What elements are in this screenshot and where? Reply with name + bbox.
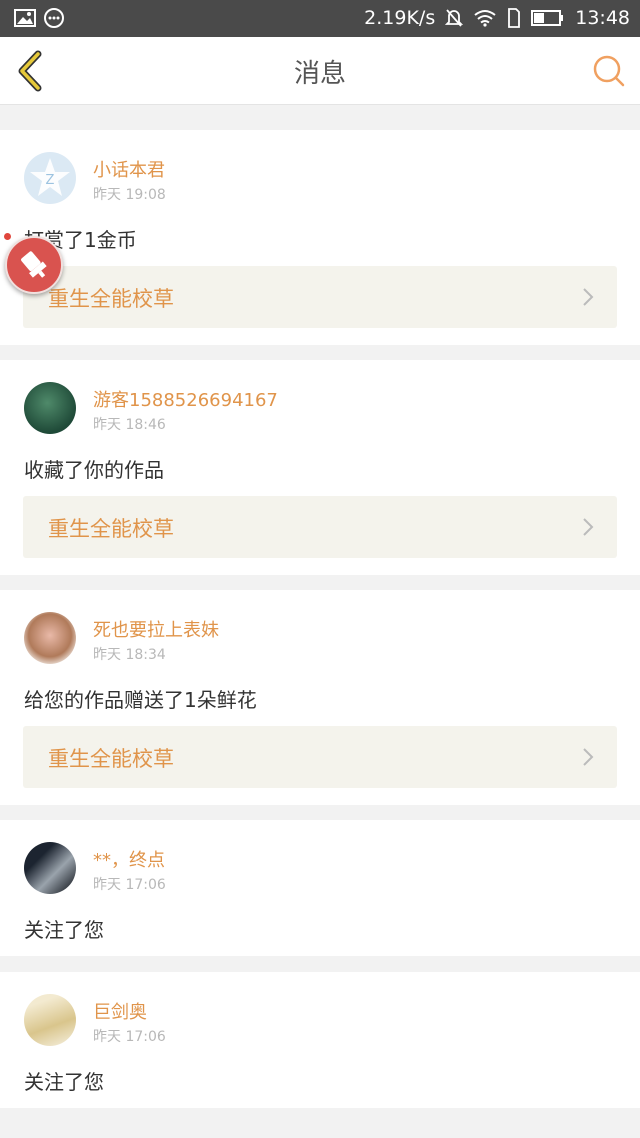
message-time: 昨天 17:06 (93, 1029, 166, 1045)
status-left-icons (14, 8, 64, 28)
brush-icon (21, 251, 47, 278)
status-right: 2.19K/s 13:48 (364, 6, 630, 30)
username[interactable]: 小话本君 (93, 156, 165, 182)
svg-text:Z: Z (46, 173, 55, 188)
wifi-icon (474, 10, 496, 27)
nav-bar: 消息 (0, 37, 640, 105)
image-icon (14, 9, 36, 27)
avatar[interactable] (24, 842, 76, 894)
message-action: 给您的作品赠送了1朵鲜花 (24, 688, 257, 712)
message-card[interactable]: 巨剑奥 昨天 17:06 关注了您 (0, 972, 640, 1108)
chevron-right-icon (583, 518, 594, 536)
search-icon[interactable] (592, 54, 626, 88)
chevron-right-icon (583, 748, 594, 766)
work-title: 重生全能校草 (48, 517, 174, 541)
message-card[interactable]: 死也要拉上表妹 昨天 18:34 给您的作品赠送了1朵鲜花 重生全能校草 (0, 590, 640, 805)
sim-icon (508, 8, 521, 28)
star-avatar-icon: Z (30, 158, 70, 196)
username[interactable]: **，终点 (93, 846, 165, 872)
page-title: 消息 (293, 59, 346, 89)
chevron-right-icon (583, 288, 594, 306)
work-link[interactable]: 重生全能校草 (23, 726, 617, 788)
battery-icon (531, 10, 564, 26)
work-link[interactable]: 重生全能校草 (23, 266, 617, 328)
mute-icon (445, 9, 464, 27)
work-link[interactable]: 重生全能校草 (23, 496, 617, 558)
floating-brush-button[interactable] (5, 236, 63, 294)
username[interactable]: 死也要拉上表妹 (93, 616, 219, 642)
message-card[interactable]: 游客1588526694167 昨天 18:46 收藏了你的作品 重生全能校草 (0, 360, 640, 575)
username[interactable]: 游客1588526694167 (93, 386, 278, 412)
avatar[interactable] (24, 612, 76, 664)
more-icon (44, 8, 64, 28)
clock: 13:48 (575, 7, 630, 29)
work-title: 重生全能校草 (48, 287, 174, 311)
message-action: 收藏了你的作品 (24, 458, 164, 482)
message-card[interactable]: **，终点 昨天 17:06 关注了您 (0, 820, 640, 956)
network-speed: 2.19K/s (364, 7, 436, 29)
message-action: 关注了您 (24, 1070, 104, 1094)
username[interactable]: 巨剑奥 (93, 998, 147, 1024)
status-bar: 2.19K/s 13:48 (0, 0, 640, 37)
avatar[interactable] (24, 382, 76, 434)
message-time: 昨天 18:46 (93, 417, 166, 433)
avatar[interactable]: Z (24, 152, 76, 204)
message-action: 关注了您 (24, 918, 104, 942)
message-time: 昨天 17:06 (93, 877, 166, 893)
message-time: 昨天 19:08 (93, 187, 166, 203)
avatar[interactable] (24, 994, 76, 1046)
message-time: 昨天 18:34 (93, 647, 166, 663)
message-card[interactable]: Z 小话本君 昨天 19:08 打赏了1金币 重生全能校草 (0, 130, 640, 345)
work-title: 重生全能校草 (48, 747, 174, 771)
